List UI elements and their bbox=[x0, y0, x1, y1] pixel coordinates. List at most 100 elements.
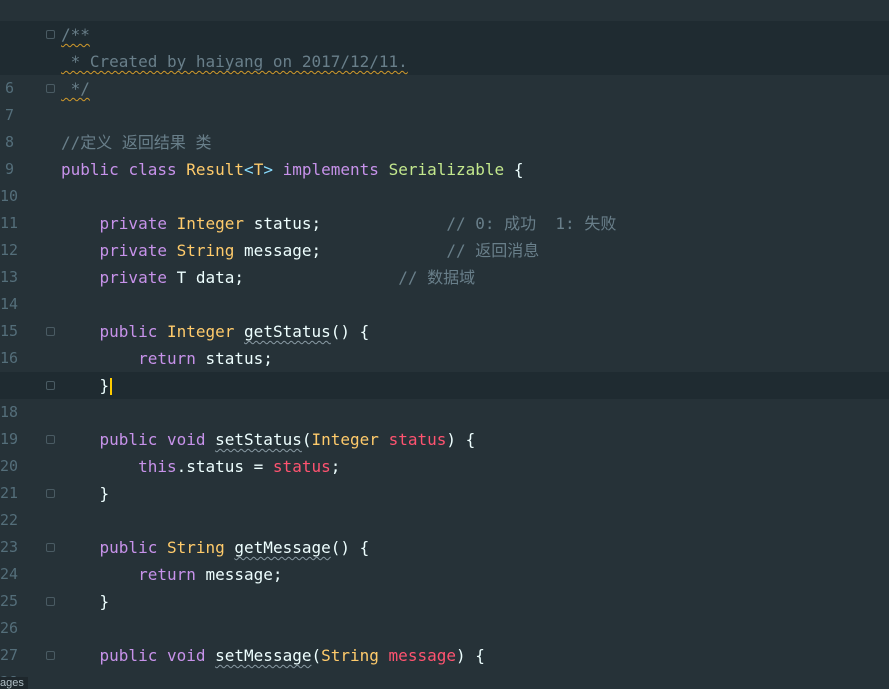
code-text: } bbox=[61, 588, 110, 615]
keyword: void bbox=[166, 646, 206, 665]
fold-marker-icon[interactable] bbox=[46, 30, 55, 39]
brace: } bbox=[99, 484, 110, 503]
brace: } bbox=[99, 592, 110, 611]
code-line[interactable]: 20 public void setStatus(Integer status)… bbox=[0, 426, 889, 475]
keyword: private bbox=[99, 241, 167, 260]
code-line[interactable]: 22 } bbox=[0, 480, 889, 529]
code-line[interactable]: 4 bbox=[0, 0, 889, 43]
code-line[interactable]: 21 this.status = status; bbox=[0, 453, 889, 502]
paren: ) { bbox=[446, 430, 476, 449]
code-text: private Integer status; // 0: 成功 1: 失败 bbox=[61, 210, 617, 237]
code-text: return status; bbox=[61, 345, 273, 372]
code-line[interactable]: 8 bbox=[0, 102, 889, 151]
code-text: this.status = status; bbox=[61, 453, 340, 480]
code-area[interactable]: 4 5 /** 6 * Created by haiyang on 2017/1… bbox=[0, 0, 889, 689]
code-line[interactable]: 6 * Created by haiyang on 2017/12/11. bbox=[0, 48, 889, 97]
identifier: status; bbox=[205, 349, 273, 368]
keyword: this bbox=[138, 457, 177, 476]
parens: () { bbox=[330, 322, 370, 341]
code-text: public void setMessage(String message) { bbox=[61, 642, 485, 669]
fold-marker-icon[interactable] bbox=[46, 381, 55, 390]
code-line[interactable]: 27 bbox=[0, 615, 889, 664]
method-name: setMessage bbox=[215, 646, 312, 665]
code-line[interactable]: 5 /** bbox=[0, 21, 889, 70]
field-name: data; bbox=[195, 268, 245, 287]
line-comment: // 数据域 bbox=[398, 268, 476, 287]
method-name: getStatus bbox=[244, 322, 331, 341]
fold-marker-icon[interactable] bbox=[46, 597, 55, 606]
code-editor[interactable]: 4 5 /** 6 * Created by haiyang on 2017/1… bbox=[0, 0, 889, 689]
paren: ) { bbox=[455, 646, 485, 665]
code-text: public Integer getStatus() { bbox=[61, 318, 370, 345]
keyword: public bbox=[99, 430, 158, 449]
field-name: message; bbox=[244, 241, 322, 260]
code-line[interactable]: 16 public Integer getStatus() { bbox=[0, 318, 889, 367]
current-code-line[interactable]: 18 } bbox=[0, 372, 889, 421]
keyword: void bbox=[166, 430, 206, 449]
code-text: private String message; // 返回消息 bbox=[61, 237, 540, 264]
type-name: String bbox=[166, 538, 225, 557]
code-text: public class Result<T> implements Serial… bbox=[61, 156, 523, 183]
keyword: public bbox=[61, 160, 119, 179]
doc-comment: /** bbox=[61, 25, 90, 44]
fold-marker-icon[interactable] bbox=[46, 327, 55, 336]
code-text: */ bbox=[61, 75, 90, 102]
keyword: private bbox=[99, 268, 167, 287]
code-line[interactable]: 9 //定义 返回结果 类 bbox=[0, 129, 889, 178]
type-name: Integer bbox=[311, 430, 379, 449]
code-line[interactable]: 12 private Integer status; // 0: 成功 1: 失… bbox=[0, 210, 889, 259]
line-comment: //定义 返回结果 类 bbox=[61, 133, 212, 152]
code-line[interactable]: 26 } bbox=[0, 588, 889, 637]
parens: () { bbox=[330, 538, 370, 557]
code-line[interactable]: 15 bbox=[0, 291, 889, 340]
type-name: Integer bbox=[166, 322, 235, 341]
identifier: message; bbox=[205, 565, 283, 584]
code-line[interactable]: 24 public String getMessage() { bbox=[0, 534, 889, 583]
fold-marker-icon[interactable] bbox=[46, 651, 55, 660]
parameter: status bbox=[388, 430, 447, 449]
doc-comment: */ bbox=[61, 79, 90, 98]
code-text: //定义 返回结果 类 bbox=[61, 129, 212, 156]
line-comment: // 0: 成功 1: 失败 bbox=[446, 214, 617, 233]
keyword: return bbox=[138, 349, 196, 368]
code-text: } bbox=[61, 480, 110, 507]
class-name: Result bbox=[186, 160, 245, 179]
code-text: /** bbox=[61, 21, 90, 48]
code-line[interactable]: 23 bbox=[0, 507, 889, 556]
parameter: status bbox=[272, 457, 331, 476]
text-caret bbox=[110, 378, 113, 395]
doc-comment: * Created by haiyang on 2017/12/11. bbox=[61, 52, 408, 71]
keyword: return bbox=[138, 565, 196, 584]
keyword: implements bbox=[282, 160, 379, 179]
fold-marker-icon[interactable] bbox=[46, 489, 55, 498]
code-line[interactable]: 13 private String message; // 返回消息 bbox=[0, 237, 889, 286]
code-line[interactable]: 10 public class Result<T> implements Ser… bbox=[0, 156, 889, 205]
method-name: setStatus bbox=[215, 430, 302, 449]
parameter: message bbox=[388, 646, 456, 665]
code-line[interactable]: 7 */ bbox=[0, 75, 889, 124]
code-text: private T data; // 数据域 bbox=[61, 264, 476, 291]
semicolon: ; bbox=[330, 457, 341, 476]
code-line[interactable]: 11 bbox=[0, 183, 889, 232]
code-line[interactable]: 17 return status; bbox=[0, 345, 889, 394]
fold-marker-icon[interactable] bbox=[46, 435, 55, 444]
code-text: public void setStatus(Integer status) { bbox=[61, 426, 476, 453]
keyword: public bbox=[99, 538, 158, 557]
code-line[interactable]: 25 return message; bbox=[0, 561, 889, 610]
code-line[interactable]: 28 public void setMessage(String message… bbox=[0, 642, 889, 689]
code-text: * Created by haiyang on 2017/12/11. bbox=[61, 48, 408, 75]
fold-marker-icon[interactable] bbox=[46, 543, 55, 552]
code-line[interactable]: 14 private T data; // 数据域 bbox=[0, 264, 889, 313]
fold-marker-icon[interactable] bbox=[46, 84, 55, 93]
keyword: class bbox=[128, 160, 177, 179]
code-text: public String getMessage() { bbox=[61, 534, 370, 561]
brace: { bbox=[513, 160, 524, 179]
type-param: T bbox=[176, 268, 187, 287]
keyword: public bbox=[99, 646, 158, 665]
line-comment: // 返回消息 bbox=[446, 241, 540, 260]
code-line[interactable]: 19 bbox=[0, 399, 889, 448]
code-text: return message; bbox=[61, 561, 283, 588]
keyword: public bbox=[99, 322, 158, 341]
type-name: String bbox=[321, 646, 379, 665]
field-access: .status = bbox=[176, 457, 273, 476]
